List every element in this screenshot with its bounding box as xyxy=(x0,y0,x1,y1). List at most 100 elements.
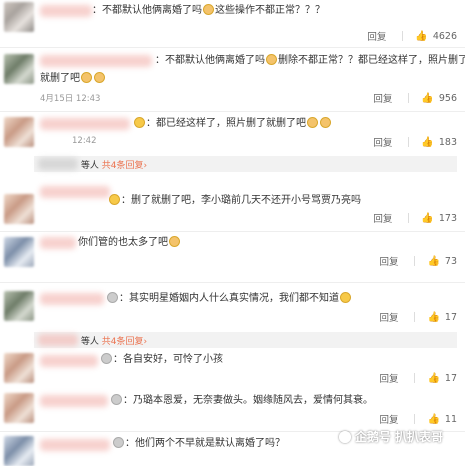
comment-2: ：不都默认他俩离婚了吗 删除不都正常？？都已经这样了，照片删了 就删了吧 4月15… xyxy=(0,48,465,108)
divider xyxy=(408,93,410,103)
comment-5: 你们管的也太多了吧 回复 👍 73 xyxy=(0,232,465,278)
smiley-emoji-icon xyxy=(109,194,120,205)
comment-text-line2: 就删了吧 xyxy=(40,72,106,85)
reply-button[interactable]: 回复 xyxy=(379,412,398,426)
like-count: 11 xyxy=(444,413,457,425)
neutral-emoji-icon xyxy=(113,437,124,448)
reply-button[interactable]: 回复 xyxy=(373,91,392,105)
thumbs-up-icon[interactable]: 👍 xyxy=(421,137,433,148)
username-blurred[interactable] xyxy=(40,293,104,305)
crying-emoji-icon xyxy=(307,117,318,128)
comment-actions: 回复 👍 173 xyxy=(373,211,457,226)
watermark: 企鹅号 扒扒表哥 xyxy=(338,428,443,445)
username-blurred[interactable] xyxy=(40,237,76,249)
avatar[interactable] xyxy=(4,194,34,224)
username-blurred[interactable] xyxy=(40,355,98,367)
username-blurred xyxy=(38,158,78,170)
comment-text: ：其实明星婚姻内人什么真实情况，我们都不知道 xyxy=(106,292,352,305)
comment-text: ：不都默认他俩离婚了吗 这些操作不都正常？？？ xyxy=(92,4,325,16)
comment-actions: 回复 👍 73 xyxy=(379,254,457,269)
comment-actions: 回复 👍 4626 xyxy=(367,29,457,44)
comment-text: ：删了就删了吧，李小璐前几天不还开小号骂贾乃亮吗 xyxy=(108,194,361,207)
crying-emoji-icon xyxy=(266,54,277,65)
comment-3: ：都已经这样了，照片删了就删了吧 12:42 回复 👍 183 等人 共4条回复… xyxy=(0,112,465,182)
avatar[interactable] xyxy=(4,117,34,147)
avatar[interactable] xyxy=(4,237,34,267)
username-blurred[interactable] xyxy=(40,5,92,17)
reply-button[interactable]: 回复 xyxy=(367,29,386,43)
neutral-emoji-icon xyxy=(101,353,112,364)
thumbs-up-icon[interactable]: 👍 xyxy=(415,31,427,42)
smiley-emoji-icon xyxy=(134,117,145,128)
divider xyxy=(408,213,410,223)
comment-7: ：各自安好，可怜了小孩 回复 👍 17 xyxy=(0,353,465,387)
crying-emoji-icon xyxy=(169,236,180,247)
avatar[interactable] xyxy=(4,2,34,32)
thumbs-up-icon[interactable]: 👍 xyxy=(427,256,439,267)
comment-text: ：不都默认他俩离婚了吗 删除不都正常？？都已经这样了，照片删了 xyxy=(155,54,465,66)
username-blurred[interactable] xyxy=(40,118,130,130)
username-blurred[interactable] xyxy=(40,395,108,407)
like-count: 956 xyxy=(438,92,457,104)
comment-6: ：其实明星婚姻内人什么真实情况，我们都不知道 回复 👍 17 等人 共4条回复› xyxy=(0,283,465,351)
neutral-emoji-icon xyxy=(111,394,122,405)
comment-actions: 回复 👍 11 xyxy=(379,412,457,427)
avatar[interactable] xyxy=(4,436,34,466)
reply-button[interactable]: 回复 xyxy=(379,310,398,324)
timestamp: 12:42 xyxy=(72,136,97,146)
comment-text: ：他们两个不早就是默认离婚了吗？ xyxy=(112,437,285,450)
username-blurred xyxy=(38,334,78,346)
sub-replies-bar[interactable]: 等人 共4条回复› xyxy=(34,332,457,348)
comment-text: ：乃璐本恩爱，无奈妻做头。姻缘随风去，爱情何其衰。 xyxy=(110,394,373,407)
like-count: 173 xyxy=(438,212,457,224)
thumbs-up-icon[interactable]: 👍 xyxy=(421,93,433,104)
username-blurred[interactable] xyxy=(40,55,152,67)
like-count: 17 xyxy=(444,372,457,384)
thumbs-up-icon[interactable]: 👍 xyxy=(427,414,439,425)
comment-4: ：删了就删了吧，李小璐前几天不还开小号骂贾乃亮吗 回复 👍 173 xyxy=(0,184,465,230)
comment-text: ：各自安好，可怜了小孩 xyxy=(100,353,223,366)
thumbs-up-icon[interactable]: 👍 xyxy=(421,213,433,224)
comment-text: 你们管的也太多了吧 xyxy=(78,236,181,249)
reply-button[interactable]: 回复 xyxy=(379,254,398,268)
crying-emoji-icon xyxy=(320,117,331,128)
like-count: 183 xyxy=(438,136,457,148)
comment-8: ：乃璐本恩爱，无奈妻做头。姻缘随风去，爱情何其衰。 回复 👍 11 xyxy=(0,389,465,429)
smiley-emoji-icon xyxy=(340,292,351,303)
username-blurred[interactable] xyxy=(40,186,110,198)
reply-button[interactable]: 回复 xyxy=(373,135,392,149)
avatar[interactable] xyxy=(4,54,34,84)
reply-button[interactable]: 回复 xyxy=(373,211,392,225)
divider xyxy=(402,31,404,41)
sub-replies-bar[interactable]: 等人 共4条回复› xyxy=(34,156,457,172)
comment-actions: 回复 👍 956 xyxy=(373,91,457,106)
comment-actions: 回复 👍 17 xyxy=(379,371,457,386)
like-count: 73 xyxy=(444,255,457,267)
avatar[interactable] xyxy=(4,353,34,383)
neutral-emoji-icon xyxy=(107,292,118,303)
crying-emoji-icon xyxy=(94,72,105,83)
comment-actions: 回复 👍 17 xyxy=(379,310,457,325)
comment-actions: 回复 👍 183 xyxy=(373,135,457,150)
penguin-logo-icon xyxy=(338,430,351,443)
like-count: 17 xyxy=(444,311,457,323)
comment-text: ：都已经这样了，照片删了就删了吧 xyxy=(133,117,332,130)
comment-1: ：不都默认他俩离婚了吗 这些操作不都正常？？？ 回复 👍 4626 xyxy=(0,0,465,46)
thumbs-up-icon[interactable]: 👍 xyxy=(427,312,439,323)
view-replies-link[interactable]: 共4条回复 xyxy=(102,161,144,171)
avatar[interactable] xyxy=(4,291,34,321)
divider xyxy=(408,137,410,147)
divider xyxy=(414,256,416,266)
like-count: 4626 xyxy=(432,30,457,42)
view-replies-link[interactable]: 共4条回复 xyxy=(102,337,144,347)
divider xyxy=(414,414,416,424)
timestamp: 4月15日 12:43 xyxy=(40,94,101,104)
avatar[interactable] xyxy=(4,393,34,423)
reply-button[interactable]: 回复 xyxy=(379,371,398,385)
divider xyxy=(414,373,416,383)
crying-emoji-icon xyxy=(203,4,214,15)
thumbs-up-icon[interactable]: 👍 xyxy=(427,373,439,384)
divider xyxy=(414,312,416,322)
username-blurred[interactable] xyxy=(40,439,110,451)
crying-emoji-icon xyxy=(81,72,92,83)
